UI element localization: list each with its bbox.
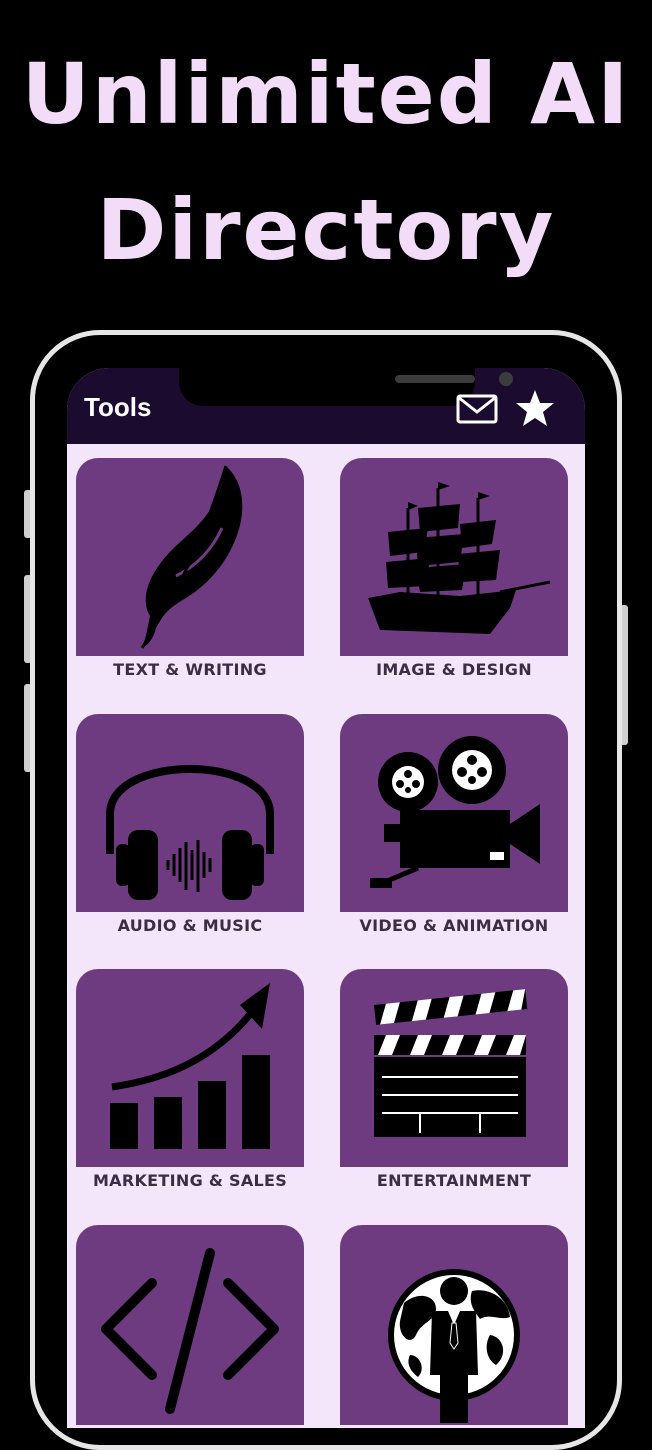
category-card-marketing-sales[interactable]: MARKETING & SALES — [76, 969, 304, 1195]
app-bar: Tools — [67, 368, 585, 444]
favorites-button[interactable] — [513, 388, 557, 428]
category-label: AUDIO & MUSIC — [76, 912, 304, 940]
speaker-grille — [395, 375, 475, 383]
clapperboard-icon — [374, 989, 528, 1137]
promo-headline-line1: Unlimited AI — [21, 45, 631, 143]
category-label: MARKETING & SALES — [76, 1167, 304, 1195]
ship-icon — [368, 482, 551, 634]
mail-icon — [456, 394, 498, 424]
globe-businessman-icon — [388, 1269, 520, 1423]
category-card-business[interactable] — [340, 1225, 568, 1425]
category-card-image-design[interactable]: IMAGE & DESIGN — [340, 458, 568, 684]
headphones-icon — [106, 765, 274, 900]
growth-chart-icon — [110, 983, 270, 1149]
category-label: ENTERTAINMENT — [340, 1167, 568, 1195]
category-card-entertainment[interactable]: ENTERTAINMENT — [340, 969, 568, 1195]
promo-headline-line2: Directory — [96, 181, 556, 279]
feather-icon — [140, 465, 243, 649]
category-card-text-writing[interactable]: TEXT & WRITING — [76, 458, 304, 684]
category-card-video-animation[interactable]: VIDEO & ANIMATION — [340, 714, 568, 940]
category-label: IMAGE & DESIGN — [340, 656, 568, 684]
phone-notch — [179, 368, 513, 406]
category-card-audio-music[interactable]: AUDIO & MUSIC — [76, 714, 304, 940]
category-label: VIDEO & ANIMATION — [340, 912, 568, 940]
star-icon — [516, 390, 554, 426]
mail-button[interactable] — [455, 388, 499, 428]
front-camera — [499, 372, 513, 386]
category-label: TEXT & WRITING — [76, 656, 304, 684]
film-camera-icon — [370, 736, 540, 888]
category-card-code[interactable] — [76, 1225, 304, 1425]
app-title: Tools — [84, 392, 152, 422]
code-icon — [101, 1248, 279, 1414]
phone-screen: Tools TEXT & WRITING IMAGE & DESIGN AUDI… — [67, 368, 585, 1428]
